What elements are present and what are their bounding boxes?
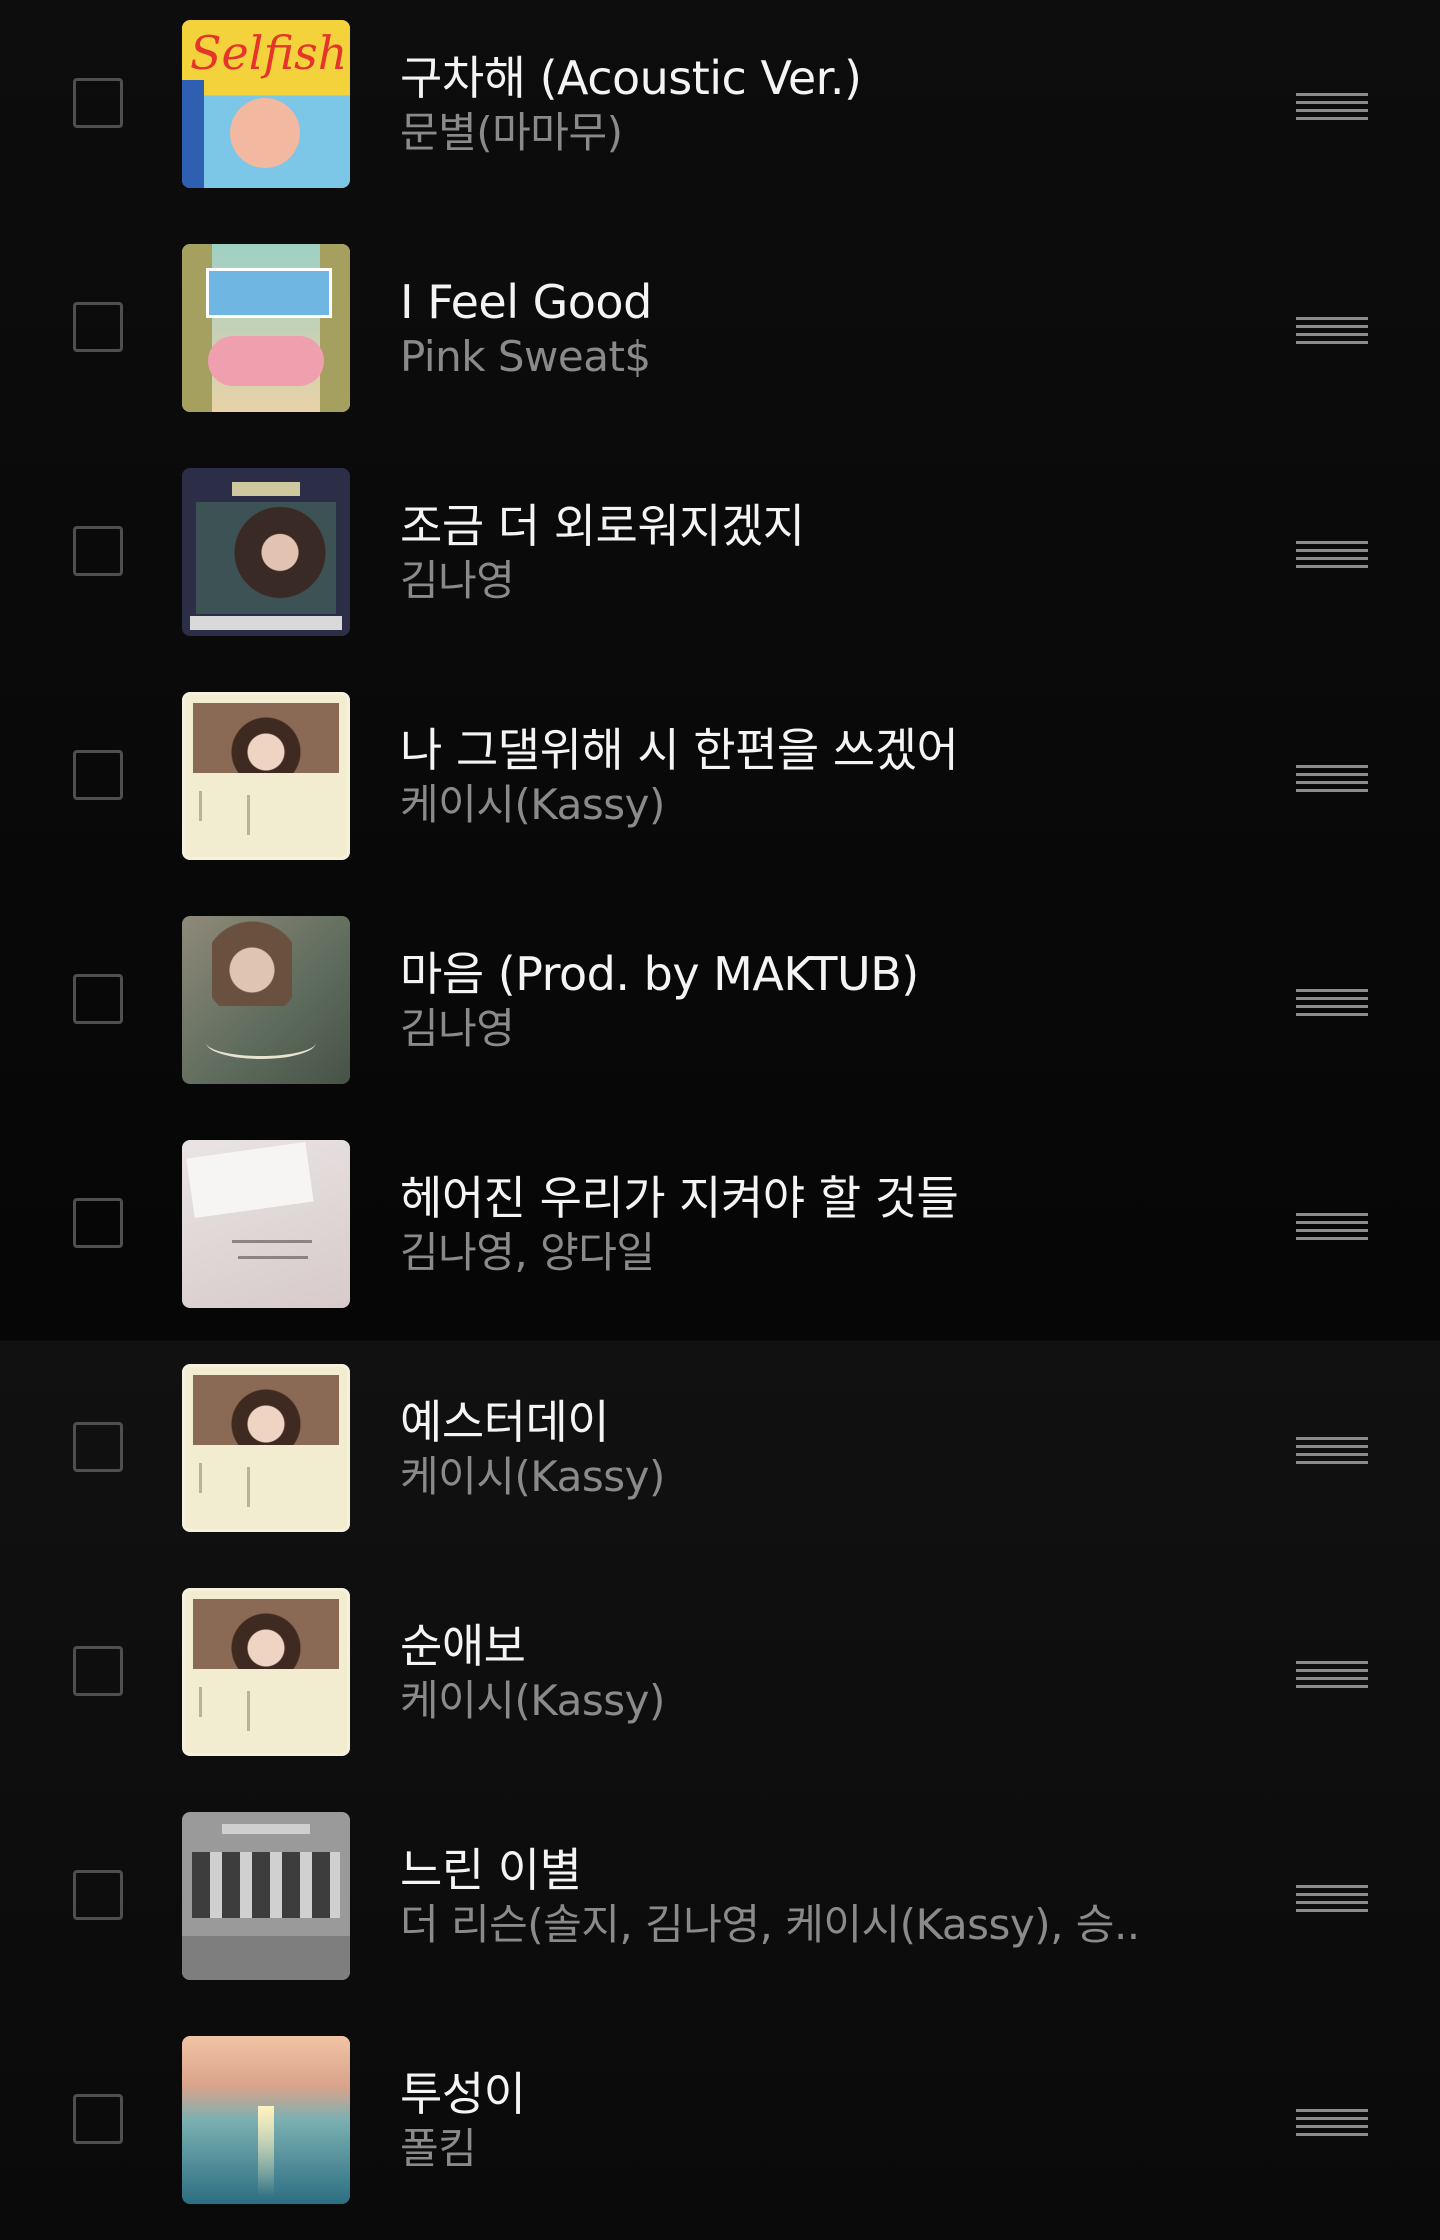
- track-title[interactable]: 조금 더 외로워지겠지: [400, 498, 805, 554]
- track-row[interactable]: 헤어진 우리가 지켜야 할 것들 김나영, 양다일: [0, 1120, 1440, 1344]
- track-checkbox[interactable]: [73, 1646, 123, 1696]
- album-cover[interactable]: [182, 2036, 350, 2204]
- cover-art-decoration: [258, 2106, 274, 2196]
- drag-handle-icon[interactable]: [1296, 2109, 1368, 2136]
- track-title[interactable]: 헤어진 우리가 지켜야 할 것들: [400, 1170, 959, 1226]
- track-artist[interactable]: 더 리슨(솔지, 김나영, 케이시(Kassy), 승...: [400, 1899, 1140, 1951]
- track-row[interactable]: 나 그댈위해 시 한편을 쓰겠어 케이시(Kassy): [0, 672, 1440, 896]
- album-cover[interactable]: [182, 468, 350, 636]
- drag-handle-icon[interactable]: [1296, 1213, 1368, 1240]
- cover-art-text: Selfish: [190, 26, 348, 80]
- track-title[interactable]: 투성이: [400, 2066, 526, 2122]
- track-title[interactable]: 나 그댈위해 시 한편을 쓰겠어: [400, 722, 959, 778]
- drag-handle-icon[interactable]: [1296, 1885, 1368, 1912]
- track-artist[interactable]: 문별(마마무): [400, 107, 622, 159]
- drag-handle-icon[interactable]: [1296, 989, 1368, 1016]
- track-checkbox[interactable]: [73, 974, 123, 1024]
- track-checkbox[interactable]: [73, 302, 123, 352]
- album-cover[interactable]: [182, 1364, 350, 1532]
- album-cover[interactable]: [182, 244, 350, 412]
- drag-handle-icon[interactable]: [1296, 541, 1368, 568]
- cover-art-decoration: [238, 1256, 308, 1259]
- track-row[interactable]: 마음 (Prod. by MAKTUB) 김나영: [0, 896, 1440, 1120]
- cover-art-decoration: [212, 916, 292, 1006]
- album-cover[interactable]: [182, 916, 350, 1084]
- track-title[interactable]: 마음 (Prod. by MAKTUB): [400, 946, 919, 1002]
- album-cover[interactable]: [182, 1812, 350, 1980]
- track-title[interactable]: 느린 이별: [400, 1842, 582, 1898]
- track-row[interactable]: 투성이 폴킴: [0, 2016, 1440, 2240]
- track-row[interactable]: I Feel Good Pink Sweat$: [0, 224, 1440, 448]
- cover-art-decoration: [199, 791, 202, 821]
- cover-art-decoration: [182, 80, 204, 188]
- album-cover[interactable]: [182, 692, 350, 860]
- track-checkbox[interactable]: [73, 750, 123, 800]
- track-row[interactable]: 느린 이별 더 리슨(솔지, 김나영, 케이시(Kassy), 승...: [0, 1792, 1440, 2016]
- track-title[interactable]: 구차해 (Acoustic Ver.): [400, 50, 862, 106]
- track-checkbox[interactable]: [73, 2094, 123, 2144]
- cover-art-decoration: [232, 482, 300, 496]
- cover-art-decoration: [199, 1687, 202, 1717]
- track-checkbox[interactable]: [73, 78, 123, 128]
- drag-handle-icon[interactable]: [1296, 93, 1368, 120]
- track-checkbox[interactable]: [73, 1198, 123, 1248]
- cover-art-decoration: [199, 1463, 202, 1493]
- cover-art-decoration: [182, 1936, 350, 1980]
- track-artist[interactable]: 케이시(Kassy): [400, 1675, 665, 1727]
- track-checkbox[interactable]: [73, 1422, 123, 1472]
- track-artist[interactable]: 케이시(Kassy): [400, 779, 665, 831]
- cover-art-decoration: [230, 98, 300, 168]
- track-title[interactable]: 순애보: [400, 1618, 526, 1674]
- cover-art-decoration: [193, 1599, 339, 1669]
- album-cover[interactable]: Selfish: [182, 20, 350, 188]
- track-row[interactable]: 예스터데이 케이시(Kassy): [0, 1344, 1440, 1568]
- track-checkbox[interactable]: [73, 1870, 123, 1920]
- cover-art-decoration: [193, 1375, 339, 1445]
- track-artist[interactable]: 김나영: [400, 555, 514, 607]
- cover-art-decoration: [192, 1852, 340, 1918]
- track-artist[interactable]: Pink Sweat$: [400, 331, 651, 383]
- track-artist[interactable]: 김나영: [400, 1003, 514, 1055]
- drag-handle-icon[interactable]: [1296, 765, 1368, 792]
- drag-handle-icon[interactable]: [1296, 1437, 1368, 1464]
- track-row[interactable]: Selfish 구차해 (Acoustic Ver.) 문별(마마무): [0, 0, 1440, 224]
- cover-art-decoration: [206, 268, 332, 318]
- track-row[interactable]: 조금 더 외로워지겠지 김나영: [0, 448, 1440, 672]
- track-title[interactable]: 예스터데이: [400, 1394, 610, 1450]
- cover-art-decoration: [208, 336, 324, 386]
- track-artist[interactable]: 케이시(Kassy): [400, 1451, 665, 1503]
- track-artist[interactable]: 폴킴: [400, 2123, 476, 2175]
- cover-art-decoration: [232, 1240, 312, 1243]
- track-checkbox[interactable]: [73, 526, 123, 576]
- cover-art-decoration: [196, 502, 336, 614]
- cover-art-decoration: [247, 1467, 250, 1507]
- drag-handle-icon[interactable]: [1296, 317, 1368, 344]
- album-cover[interactable]: [182, 1588, 350, 1756]
- track-artist[interactable]: 김나영, 양다일: [400, 1227, 655, 1279]
- cover-art-decoration: [222, 1824, 310, 1834]
- track-row[interactable]: 순애보 케이시(Kassy): [0, 1568, 1440, 1792]
- cover-art-decoration: [186, 1141, 314, 1219]
- playlist: Selfish 구차해 (Acoustic Ver.) 문별(마마무) I Fe…: [0, 0, 1440, 2238]
- drag-handle-icon[interactable]: [1296, 1661, 1368, 1688]
- cover-art-decoration: [247, 1691, 250, 1731]
- cover-art-decoration: [190, 616, 342, 630]
- track-title[interactable]: I Feel Good: [400, 274, 652, 330]
- cover-art-decoration: [247, 795, 250, 835]
- album-cover[interactable]: [182, 1140, 350, 1308]
- cover-art-decoration: [206, 1026, 316, 1059]
- cover-art-decoration: [193, 703, 339, 773]
